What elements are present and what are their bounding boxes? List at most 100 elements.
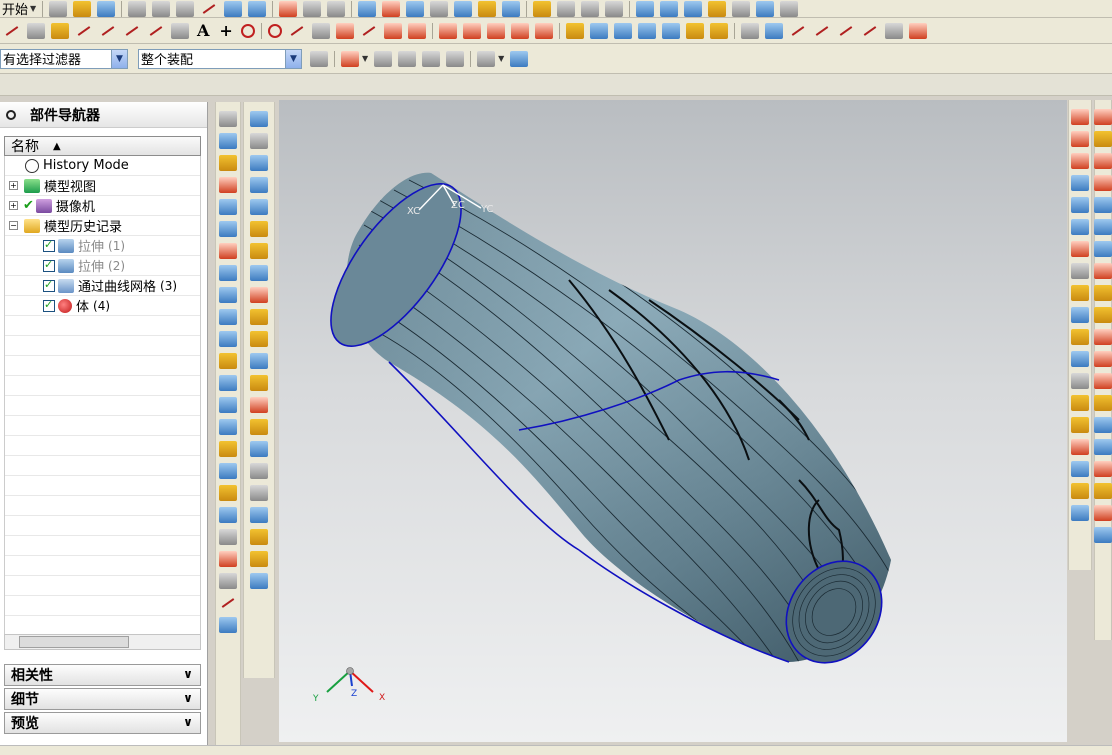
axis-icon[interactable] <box>219 617 237 633</box>
subtract-icon[interactable] <box>219 507 237 523</box>
visual-check-icon[interactable] <box>1094 527 1112 543</box>
undo-icon[interactable] <box>224 0 243 17</box>
face-icon[interactable] <box>884 22 903 39</box>
through-curves-icon[interactable] <box>250 177 268 193</box>
move-face-icon[interactable] <box>1071 285 1089 301</box>
info-icon[interactable] <box>1071 483 1089 499</box>
revolve-icon[interactable] <box>219 177 237 193</box>
pin-icon[interactable] <box>6 109 16 120</box>
tree-item-extrude-2[interactable]: 拉伸 (2) <box>5 256 200 276</box>
measure-area-icon[interactable] <box>1094 175 1112 191</box>
revolve-icon[interactable] <box>589 22 608 39</box>
curvature-icon[interactable] <box>1094 285 1112 301</box>
wireframe-icon[interactable] <box>581 0 600 17</box>
measure-body-icon[interactable] <box>1094 197 1112 213</box>
check-geometry-icon[interactable] <box>1094 461 1112 477</box>
color-palette-icon[interactable] <box>533 0 552 17</box>
snap-point-icon[interactable] <box>341 50 359 67</box>
face-icon[interactable] <box>250 507 268 523</box>
copy-icon[interactable] <box>152 0 171 17</box>
shaded-view-icon[interactable] <box>502 0 521 17</box>
visibility-checkbox[interactable] <box>43 278 55 292</box>
wave-link-icon[interactable] <box>1071 109 1089 125</box>
select-rectangle-icon[interactable] <box>477 50 496 67</box>
enlarge-icon[interactable] <box>250 485 268 501</box>
xyz-icon[interactable] <box>335 22 354 39</box>
text-icon[interactable]: A <box>197 21 209 40</box>
redo-icon[interactable] <box>248 0 267 17</box>
point-icon[interactable]: + <box>219 21 232 40</box>
graphics-viewport[interactable]: XC YC ZC X Y Z <box>279 100 1067 742</box>
offset-icon[interactable] <box>147 23 165 39</box>
intersect-icon[interactable] <box>219 529 237 545</box>
curve-icon[interactable] <box>123 23 141 39</box>
sort-ascending-icon[interactable]: ▲ <box>53 141 61 152</box>
assembly-scope-select[interactable]: 整个装配 ▼ <box>138 48 302 69</box>
interference-icon[interactable] <box>1094 483 1112 499</box>
select-body-icon[interactable] <box>446 50 465 67</box>
translucency-icon[interactable] <box>557 0 576 17</box>
section-dependencies[interactable]: 相关性 ∨ <box>4 664 201 686</box>
draft-icon[interactable] <box>1071 329 1089 345</box>
blend-icon[interactable] <box>219 353 237 369</box>
pattern-icon[interactable] <box>219 441 237 457</box>
open-icon[interactable] <box>73 0 92 17</box>
extract-icon[interactable] <box>1071 131 1089 147</box>
replay-icon[interactable] <box>1071 395 1089 411</box>
divide-face-icon[interactable] <box>1071 219 1089 235</box>
tree-item-history-mode[interactable]: History Mode <box>5 156 200 176</box>
sweep-icon[interactable] <box>250 221 268 237</box>
chevron-down-icon[interactable]: ▼ <box>111 49 127 68</box>
edit-icon[interactable] <box>279 0 298 17</box>
spline-icon[interactable] <box>99 23 117 39</box>
cut-icon[interactable] <box>128 0 147 17</box>
render-icon[interactable] <box>684 0 703 17</box>
sphere-icon[interactable] <box>219 331 237 347</box>
visibility-checkbox[interactable] <box>43 298 55 312</box>
intersect-icon[interactable] <box>288 23 306 39</box>
start-menu-button[interactable]: 开始 <box>0 0 30 17</box>
analysis-icon[interactable] <box>660 0 679 17</box>
zebra-icon[interactable] <box>1094 505 1112 521</box>
curvature-icon[interactable] <box>837 23 855 39</box>
paste-icon[interactable] <box>176 0 195 17</box>
extend-icon[interactable] <box>462 22 481 39</box>
bounded-plane-icon[interactable] <box>250 309 268 325</box>
transition-icon[interactable] <box>250 529 268 545</box>
styled-blend-icon[interactable] <box>250 551 268 567</box>
suppress-icon[interactable] <box>1071 373 1089 389</box>
view-orient-icon[interactable] <box>478 0 497 17</box>
reorder-icon[interactable] <box>1071 417 1089 433</box>
trim-sheet-icon[interactable] <box>250 441 268 457</box>
section-details[interactable]: 细节 ∨ <box>4 688 201 710</box>
extension-icon[interactable] <box>250 331 268 347</box>
measure-distance-icon[interactable] <box>1094 109 1112 125</box>
cylinder-icon[interactable] <box>219 287 237 303</box>
section-analysis-icon[interactable] <box>1094 373 1112 389</box>
deviation-icon[interactable] <box>908 22 927 39</box>
sweep-icon[interactable] <box>613 22 632 39</box>
circle-icon[interactable] <box>240 23 255 38</box>
offset-icon[interactable] <box>1071 241 1089 257</box>
patch-icon[interactable] <box>250 463 268 479</box>
rotate-icon[interactable] <box>454 0 473 17</box>
ellipse-icon[interactable] <box>267 23 282 38</box>
assembly-icon[interactable] <box>756 0 775 17</box>
expression-icon[interactable] <box>1071 439 1089 455</box>
table-icon[interactable] <box>171 22 189 39</box>
chevron-down-icon[interactable]: ∨ <box>180 667 196 683</box>
settings-icon[interactable] <box>780 0 799 17</box>
tree-item-extrude-1[interactable]: 拉伸 (1) <box>5 236 200 256</box>
light-icon[interactable] <box>708 0 727 17</box>
mesh-surface-icon[interactable] <box>250 199 268 215</box>
sew-icon[interactable] <box>250 375 268 391</box>
edit-feature-icon[interactable] <box>1071 351 1089 367</box>
type-filter-select[interactable]: 有选择过滤器 ▼ <box>0 48 128 69</box>
slope-icon[interactable] <box>1094 329 1112 345</box>
draft-icon[interactable] <box>219 419 237 435</box>
chevron-down-icon[interactable]: ▼ <box>285 49 301 68</box>
bridge-icon[interactable] <box>383 22 402 39</box>
pocket-icon[interactable] <box>219 243 237 259</box>
line-icon[interactable] <box>75 23 93 39</box>
expand-icon[interactable]: + <box>9 201 18 210</box>
